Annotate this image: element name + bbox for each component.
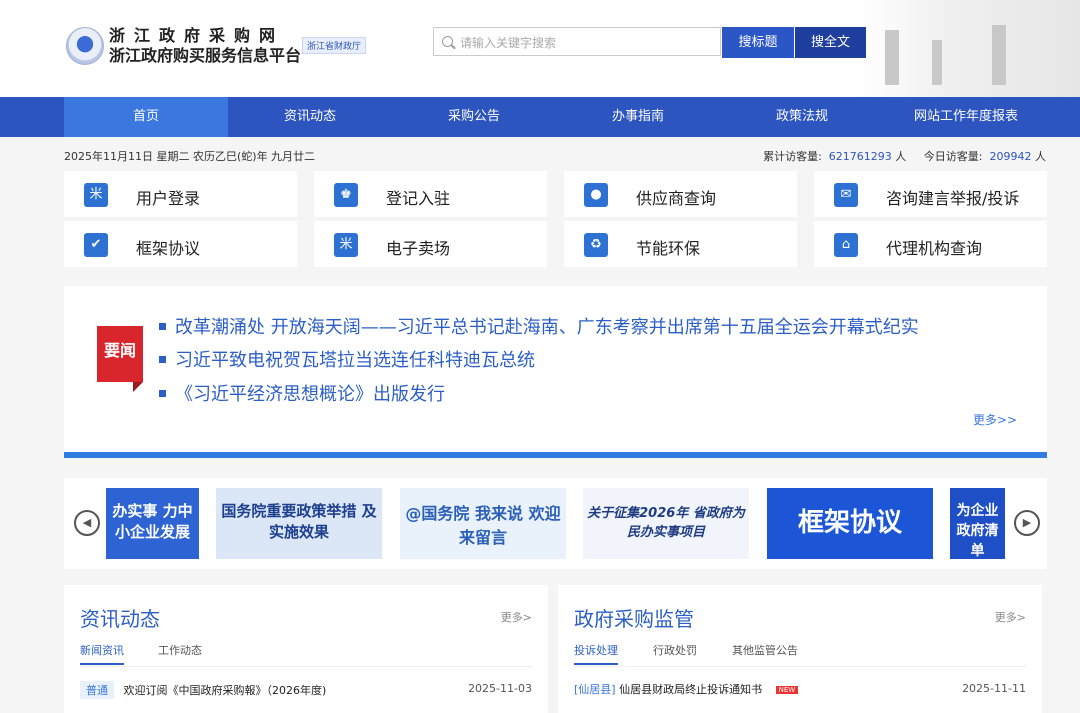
new-badge: NEW bbox=[775, 686, 799, 694]
agency-icon: ⌂ bbox=[834, 233, 858, 257]
quick-link-label: 登记入驻 bbox=[386, 189, 451, 208]
quick-link-label: 咨询建言举报/投诉 bbox=[886, 189, 1020, 208]
list-item[interactable]: [仙居县] 仙居县财政局终止投诉通知书 NEW 2025-11-11 bbox=[574, 681, 1026, 697]
bullet-icon bbox=[159, 322, 166, 330]
today-visits-value: 209942 bbox=[989, 150, 1032, 163]
headline-tag: 要闻 bbox=[97, 326, 143, 392]
banner-practical-matters[interactable]: 办实事 力中小企业发展 bbox=[106, 488, 199, 559]
main-nav: 首页 资讯动态 采购公告 办事指南 政策法规 网站工作年度报表 bbox=[0, 97, 1080, 137]
row-date: 2025-11-11 bbox=[962, 682, 1026, 695]
quick-link-emall[interactable]: 米 电子卖场 bbox=[314, 221, 547, 267]
tab-news-info[interactable]: 新闻资讯 bbox=[80, 642, 124, 665]
search-icon bbox=[442, 36, 453, 47]
news-panel-title: 资讯动态 bbox=[80, 607, 160, 631]
quick-link-eco[interactable]: ♻ 节能环保 bbox=[564, 221, 797, 267]
quick-link-complaint[interactable]: ✉ 咨询建言举报/投诉 bbox=[814, 171, 1047, 217]
search-input[interactable] bbox=[458, 32, 717, 54]
bullet-icon bbox=[159, 389, 166, 397]
banner-state-council-policy[interactable]: 国务院重要政策举措 及实施效果 bbox=[216, 488, 382, 559]
news-more-link[interactable]: 更多>> bbox=[973, 411, 1017, 428]
quick-link-label: 节能环保 bbox=[636, 239, 701, 258]
quick-link-label: 供应商查询 bbox=[636, 189, 717, 208]
total-visits-value: 621761293 bbox=[828, 150, 892, 163]
carousel-next-icon[interactable]: ▶ bbox=[1014, 510, 1040, 536]
tab-divider bbox=[80, 666, 532, 667]
pagoda-icon bbox=[932, 40, 942, 85]
bullet-icon bbox=[159, 355, 166, 363]
nav-procurement-notice[interactable]: 采购公告 bbox=[392, 97, 556, 137]
nav-news[interactable]: 资讯动态 bbox=[228, 97, 392, 137]
headline-text: 《习近平经济思想概论》出版发行 bbox=[175, 384, 445, 405]
headline-item[interactable]: 习近平致电祝贺瓦塔拉当选连任科特迪瓦总统 bbox=[159, 346, 535, 372]
search-title-button[interactable]: 搜标题 bbox=[722, 27, 794, 58]
news-panel: 资讯动态 更多> 新闻资讯 工作动态 普通 欢迎订阅《中国政府采购報》（2026… bbox=[64, 585, 548, 713]
supervision-panel: 政府采购监管 更多> 投诉处理 行政处罚 其他监管公告 [仙居县] 仙居县财政局… bbox=[558, 585, 1042, 713]
platform-name[interactable]: 浙江政府购买服务信息平台 bbox=[109, 42, 301, 66]
today-visits-label: 今日访客量: bbox=[923, 150, 983, 163]
total-visits-unit: 人 bbox=[895, 150, 907, 163]
row-title: 仙居县财政局终止投诉通知书 bbox=[619, 683, 763, 696]
tab-admin-penalty[interactable]: 行政处罚 bbox=[653, 642, 697, 658]
supervision-panel-more-link[interactable]: 更多> bbox=[995, 609, 1026, 625]
row-region: [仙居县] bbox=[574, 683, 616, 696]
list-item[interactable]: 普通 欢迎订阅《中国政府采购報》（2026年度) 2025-11-03 bbox=[80, 681, 532, 699]
search-fulltext-button[interactable]: 搜全文 bbox=[795, 27, 866, 58]
info-bar: 2025年11月11日 星期二 农历乙巳(蛇)年 九月廿二 累计访客量: 621… bbox=[0, 137, 1080, 170]
quick-link-supplier-query[interactable]: ● 供应商查询 bbox=[564, 171, 797, 217]
news-divider bbox=[64, 452, 1047, 458]
user-login-icon: 米 bbox=[84, 183, 108, 207]
quick-link-user-login[interactable]: 米 用户登录 bbox=[64, 171, 297, 217]
eco-icon: ♻ bbox=[584, 233, 608, 257]
header-decoration bbox=[860, 0, 1080, 97]
banner-enterprise-list[interactable]: 为企业 政府清单 bbox=[950, 488, 1005, 559]
row-title: 欢迎订阅《中国政府采购報》（2026年度) bbox=[123, 684, 327, 697]
tab-divider bbox=[574, 666, 1026, 667]
visitor-stats: 累计访客量: 621761293 人 今日访客量: 209942 人 bbox=[763, 148, 1046, 164]
banner-framework-agreement[interactable]: 框架协议 bbox=[767, 488, 933, 559]
banner-state-council-comment[interactable]: @国务院 我来说 欢迎来留言 bbox=[400, 488, 566, 559]
pagoda-icon bbox=[885, 30, 899, 85]
news-panel-more-link[interactable]: 更多> bbox=[501, 609, 532, 625]
framework-icon: ✔ bbox=[84, 233, 108, 257]
row-date: 2025-11-03 bbox=[468, 682, 532, 695]
current-date: 2025年11月11日 星期二 农历乙巳(蛇)年 九月廿二 bbox=[64, 150, 316, 163]
pagoda-icon bbox=[992, 25, 1006, 85]
tab-other-notices[interactable]: 其他监管公告 bbox=[732, 642, 798, 658]
today-visits-unit: 人 bbox=[1035, 150, 1046, 163]
row-tag: 普通 bbox=[80, 681, 114, 699]
carousel-prev-icon[interactable]: ◀ bbox=[74, 510, 100, 536]
nav-guide[interactable]: 办事指南 bbox=[556, 97, 720, 137]
headline-text: 习近平致电祝贺瓦塔拉当选连任科特迪瓦总统 bbox=[175, 350, 535, 371]
tab-complaint-handling[interactable]: 投诉处理 bbox=[574, 642, 618, 665]
headline-text: 改革潮涌处 开放海天阔——习近平总书记赴海南、广东考察并出席第十五届全运会开幕式… bbox=[175, 317, 919, 338]
search-box bbox=[433, 27, 721, 56]
complaint-icon: ✉ bbox=[834, 183, 858, 207]
supplier-query-icon: ● bbox=[584, 183, 608, 207]
tab-work-updates[interactable]: 工作动态 bbox=[158, 642, 202, 658]
total-visits-label: 累计访客量: bbox=[763, 150, 822, 163]
nav-policy[interactable]: 政策法规 bbox=[720, 97, 884, 137]
register-icon: ♚ bbox=[334, 183, 358, 207]
finance-dept-badge: 浙江省财政厅 bbox=[302, 37, 367, 54]
quick-link-label: 代理机构查询 bbox=[886, 239, 983, 258]
banner-solicitation-2026[interactable]: 关于征集2026年 省政府为民办实事项目 bbox=[583, 488, 749, 559]
nav-home[interactable]: 首页 bbox=[64, 97, 228, 137]
quick-link-label: 框架协议 bbox=[136, 239, 201, 258]
site-header: 浙江政府采购网 浙江政府购买服务信息平台 浙江省财政厅 搜标题 搜全文 bbox=[0, 0, 1080, 97]
quick-link-framework[interactable]: ✔ 框架协议 bbox=[64, 221, 297, 267]
headline-item[interactable]: 《习近平经济思想概论》出版发行 bbox=[159, 380, 445, 406]
headline-item[interactable]: 改革潮涌处 开放海天阔——习近平总书记赴海南、广东考察并出席第十五届全运会开幕式… bbox=[159, 313, 919, 339]
quick-link-register[interactable]: ♚ 登记入驻 bbox=[314, 171, 547, 217]
emblem-logo-icon[interactable] bbox=[66, 27, 104, 65]
supervision-panel-title: 政府采购监管 bbox=[574, 607, 694, 631]
quick-link-label: 用户登录 bbox=[136, 189, 201, 208]
quick-link-label: 电子卖场 bbox=[386, 239, 451, 258]
emall-icon: 米 bbox=[334, 233, 358, 257]
quick-link-agency[interactable]: ⌂ 代理机构查询 bbox=[814, 221, 1047, 267]
nav-annual-report[interactable]: 网站工作年度报表 bbox=[884, 97, 1048, 137]
